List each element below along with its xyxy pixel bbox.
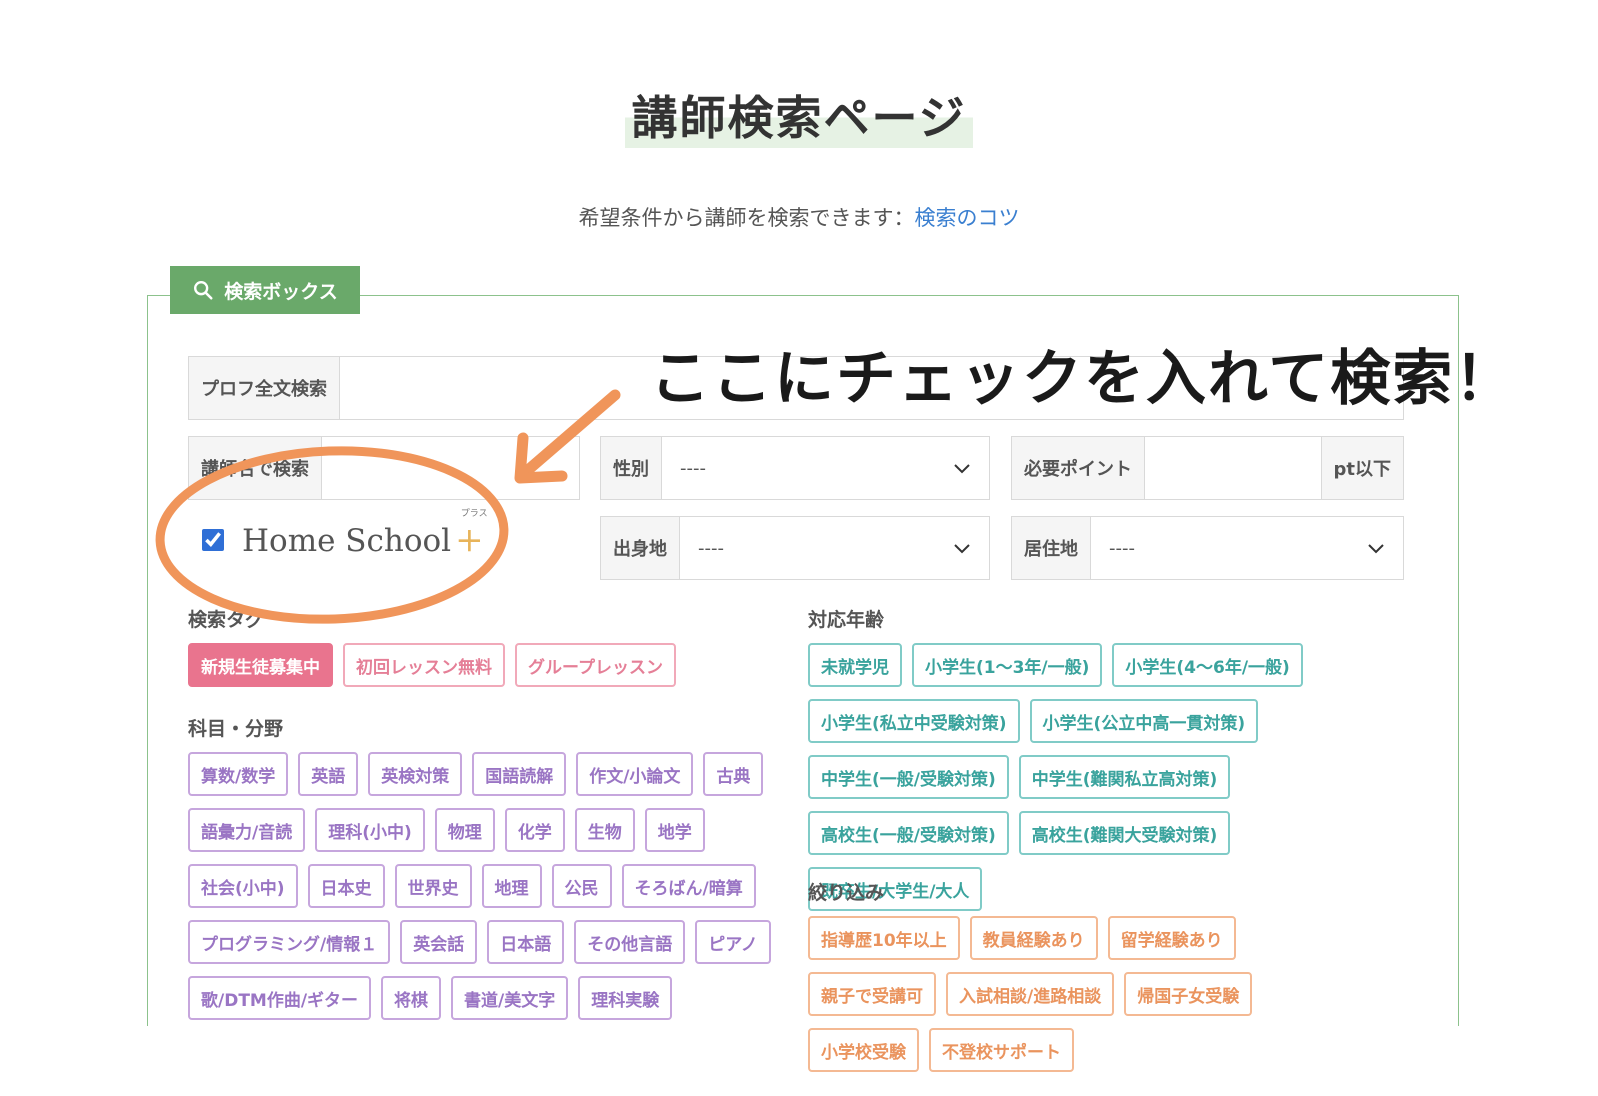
gender-select-value: ---- <box>680 457 706 479</box>
homeschool-plus-mark: + <box>455 520 484 560</box>
age-chip[interactable]: 高校生(難関大受験対策) <box>1018 811 1231 855</box>
filters-chip-list: 指導歴10年以上 教員経験あり 留学経験あり親子で受講可 入試相談/進路相談 帰国子女受… <box>808 916 1368 1072</box>
gender-label: 性別 <box>601 437 662 499</box>
tags-chip-list: 新規生徒募集中 初回レッスン無料 グループレッスン <box>188 643 748 687</box>
subject-chip[interactable]: 英検対策 <box>368 752 463 796</box>
subject-chip[interactable]: そろばん/暗算 <box>621 864 756 908</box>
subject-chip[interactable]: 社会(小中) <box>188 864 298 908</box>
filter-chip[interactable]: 留学経験あり <box>1107 916 1236 960</box>
search-icon <box>194 281 213 300</box>
chevron-down-icon <box>954 544 970 554</box>
subject-chip[interactable]: 英会話 <box>400 920 478 964</box>
subject-chip[interactable]: 生物 <box>574 808 635 852</box>
residence-field: 居住地 ---- <box>1011 516 1404 580</box>
homeschool-logo: Home School + プラス <box>242 509 488 560</box>
tag-chip[interactable]: 新規生徒募集中 <box>188 643 333 687</box>
page-subtitle: 希望条件から講師を検索できます：検索のコツ <box>0 202 1598 232</box>
subject-chip[interactable]: ピアノ <box>695 920 771 964</box>
age-chip[interactable]: 小学生(4〜6年/一般) <box>1112 643 1303 687</box>
chevron-down-icon <box>954 464 970 474</box>
name-search-field: 講師名で検索 <box>188 436 580 500</box>
subject-chip[interactable]: 地学 <box>644 808 705 852</box>
subject-chip[interactable]: 算数/数学 <box>188 752 289 796</box>
filter-chip[interactable]: 不登校サポート <box>929 1028 1074 1072</box>
points-suffix: pt以下 <box>1320 437 1403 499</box>
birthplace-select-value: ---- <box>698 537 724 559</box>
subject-chip[interactable]: 地理 <box>481 864 542 908</box>
subject-chip[interactable]: 古典 <box>703 752 764 796</box>
birthplace-field: 出身地 ---- <box>600 516 990 580</box>
gender-field: 性別 ---- <box>600 436 990 500</box>
subject-chip[interactable]: 将棋 <box>381 976 442 1020</box>
name-search-label: 講師名で検索 <box>189 437 322 499</box>
homeschool-plus-ruby: プラス <box>460 509 488 519</box>
annotation-callout: ここにチェックを入れて検索！ <box>650 344 1517 414</box>
age-chip[interactable]: 未就学児 <box>808 643 902 687</box>
subject-chip[interactable]: 物理 <box>434 808 495 852</box>
age-chip[interactable]: 中学生(一般/受験対策) <box>808 755 1009 799</box>
filter-chip[interactable]: 教員経験あり <box>969 916 1098 960</box>
subject-chip[interactable]: 日本史 <box>307 864 385 908</box>
subject-chip[interactable]: 世界史 <box>394 864 472 908</box>
points-label: 必要ポイント <box>1012 437 1145 499</box>
points-input[interactable] <box>1145 437 1321 499</box>
ages-chip-list: 未就学児 小学生(1〜3年/一般) 小学生(4〜6年/一般) 小学生(私立中受験対策)… <box>808 643 1408 911</box>
filter-chip[interactable]: 帰国子女受験 <box>1124 972 1253 1016</box>
homeschool-filter[interactable]: Home School + プラス <box>202 509 488 560</box>
age-chip[interactable]: 中学生(難関私立高対策) <box>1018 755 1231 799</box>
name-search-input[interactable] <box>322 437 579 499</box>
fulltext-search-label: プロフ全文検索 <box>189 357 340 419</box>
page-title-wrap: 講師検索ページ <box>0 80 1598 148</box>
search-box-tab-label: 検索ボックス <box>224 280 338 303</box>
subject-chip[interactable]: 国語読解 <box>472 752 567 796</box>
search-box-tab: 検索ボックス <box>170 266 360 314</box>
residence-label: 居住地 <box>1012 517 1091 579</box>
homeschool-checkbox[interactable] <box>202 529 224 551</box>
residence-select[interactable]: ---- <box>1091 517 1403 579</box>
subject-chip[interactable]: 語彙力/音読 <box>188 808 306 852</box>
filter-chip[interactable]: 小学校受験 <box>808 1028 919 1072</box>
age-chip[interactable]: 小学生(公立中高一貫対策) <box>1029 699 1259 743</box>
filter-chip[interactable]: 指導歴10年以上 <box>808 916 960 960</box>
page-title: 講師検索ページ <box>625 80 973 148</box>
subjects-chip-list: 算数/数学 英語 英検対策 国語読解 作文/小論文 古典語彙力/音読 理科(小中) 物理 化学生… <box>188 752 778 1020</box>
birthplace-select[interactable]: ---- <box>680 517 989 579</box>
filter-chip[interactable]: 入試相談/進路相談 <box>946 972 1115 1016</box>
age-chip[interactable]: 小学生(私立中受験対策) <box>808 699 1020 743</box>
tag-chip[interactable]: グループレッスン <box>515 643 676 687</box>
filter-chip[interactable]: 親子で受講可 <box>808 972 936 1016</box>
subject-chip[interactable]: 公民 <box>551 864 612 908</box>
subject-chip[interactable]: 英語 <box>298 752 359 796</box>
tag-chip[interactable]: 初回レッスン無料 <box>343 643 505 687</box>
subject-chip[interactable]: 日本語 <box>487 920 565 964</box>
subtitle-text: 希望条件から講師を検索できます： <box>578 206 915 230</box>
subject-chip[interactable]: 理科(小中) <box>315 808 425 852</box>
gender-select[interactable]: ---- <box>662 437 989 499</box>
points-field: 必要ポイント pt以下 <box>1011 436 1404 500</box>
tags-title: 検索タグ <box>188 609 265 631</box>
ages-title: 対応年齢 <box>808 609 885 631</box>
age-chip[interactable]: 小学生(1〜3年/一般) <box>912 643 1103 687</box>
subject-chip[interactable]: その他言語 <box>574 920 686 964</box>
subjects-title: 科目・分野 <box>188 718 284 740</box>
search-tips-link[interactable]: 検索のコツ <box>915 206 1020 230</box>
chevron-down-icon <box>1368 544 1384 554</box>
subject-chip[interactable]: 化学 <box>504 808 565 852</box>
residence-select-value: ---- <box>1109 537 1135 559</box>
subject-chip[interactable]: 書道/美文字 <box>451 976 569 1020</box>
subject-chip[interactable]: 歌/DTM作曲/ギター <box>188 976 372 1020</box>
filters-title: 絞り込み <box>808 882 885 904</box>
homeschool-logo-text: Home School <box>242 523 452 559</box>
age-chip[interactable]: 高校生(一般/受験対策) <box>808 811 1009 855</box>
subject-chip[interactable]: プログラミング/情報１ <box>188 920 391 964</box>
subject-chip[interactable]: 理科実験 <box>578 976 673 1020</box>
birthplace-label: 出身地 <box>601 517 680 579</box>
subject-chip[interactable]: 作文/小論文 <box>576 752 694 796</box>
